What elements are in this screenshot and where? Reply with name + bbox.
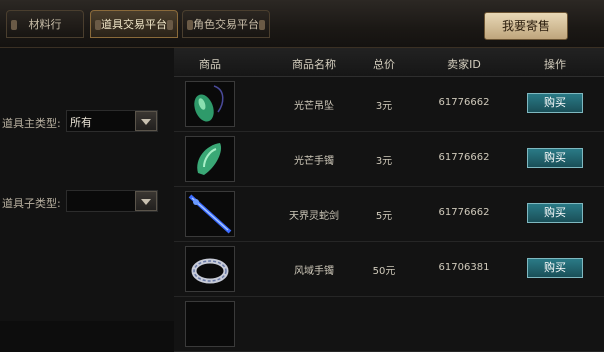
item-name: 光芒吊坠 — [294, 101, 334, 112]
table-header: 商品 商品名称 总价 卖家ID 操作 — [174, 48, 604, 77]
sub-type-label: 道具子类型: — [2, 197, 61, 210]
jade-pendant-icon — [185, 81, 235, 127]
item-name: 光芒手镯 — [294, 156, 334, 167]
tab-ornament — [187, 20, 193, 30]
jade-bracelet-icon — [185, 136, 235, 182]
seller-id: 61776662 — [438, 152, 490, 163]
sub-type-select[interactable] — [66, 190, 158, 212]
tab-ornament — [95, 20, 101, 30]
tab-label: 材料行 — [28, 18, 62, 31]
buy-button[interactable]: 购买 — [527, 203, 583, 223]
item-price: 50元 — [372, 266, 396, 277]
header-name: 商品名称 — [292, 58, 336, 71]
top-bar: 材料行 道具交易平台 角色交易平台 我要寄售 — [0, 0, 604, 48]
tab-ornament — [167, 20, 173, 30]
header-action: 操作 — [544, 58, 566, 71]
table-row: 光芒吊坠 3元 61776662 购买 — [174, 77, 604, 132]
tab-label: 角色交易平台 — [193, 18, 259, 31]
item-name: 天界灵蛇剑 — [289, 211, 339, 222]
chevron-down-icon[interactable] — [135, 191, 157, 211]
seller-id: 61776662 — [438, 207, 490, 218]
table-row: 风域手镯 50元 61706381 购买 — [174, 242, 604, 297]
buy-button[interactable]: 购买 — [527, 93, 583, 113]
blue-sword-icon — [185, 191, 235, 237]
tab-character-trading[interactable]: 角色交易平台 — [182, 10, 270, 38]
buy-button[interactable]: 购买 — [527, 148, 583, 168]
header-seller: 卖家ID — [447, 58, 481, 71]
table-row — [174, 297, 604, 352]
item-name: 风域手镯 — [294, 266, 334, 277]
item-price: 3元 — [375, 156, 393, 167]
main-type-value: 所有 — [70, 116, 92, 129]
table-row: 光芒手镯 3元 61776662 购买 — [174, 132, 604, 187]
header-item: 商品 — [199, 58, 221, 71]
main-type-label: 道具主类型: — [2, 117, 61, 130]
filter-panel: 道具主类型: 所有 道具子类型: — [0, 48, 174, 321]
item-price: 5元 — [375, 211, 393, 222]
tab-label: 道具交易平台 — [101, 18, 167, 31]
tab-materials[interactable]: 材料行 — [6, 10, 84, 38]
table-row: 天界灵蛇剑 5元 61776662 购买 — [174, 187, 604, 242]
seller-id: 61776662 — [438, 97, 490, 108]
tab-ornament — [11, 20, 17, 30]
sell-button[interactable]: 我要寄售 — [484, 12, 568, 40]
main-type-select[interactable]: 所有 — [66, 110, 158, 132]
tab-item-trading[interactable]: 道具交易平台 — [90, 10, 178, 38]
silver-bracelet-icon — [185, 246, 235, 292]
seller-id: 61706381 — [438, 262, 490, 273]
header-price: 总价 — [373, 58, 395, 71]
item-table: 商品 商品名称 总价 卖家ID 操作 光芒吊坠 3元 61776662 购买 光… — [174, 48, 604, 352]
tab-ornament — [259, 20, 265, 30]
item-icon — [185, 301, 235, 347]
chevron-down-icon[interactable] — [135, 111, 157, 131]
item-price: 3元 — [375, 101, 393, 112]
buy-button[interactable]: 购买 — [527, 258, 583, 278]
